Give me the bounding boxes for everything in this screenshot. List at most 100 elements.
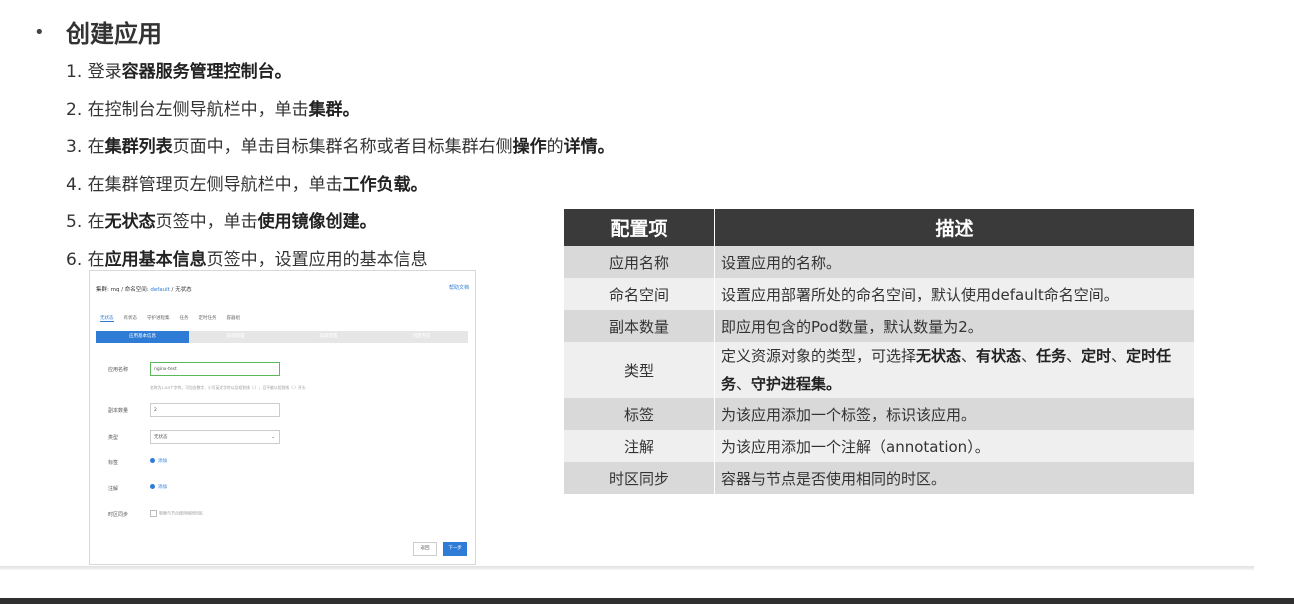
bold-text: 操作 (513, 137, 547, 157)
mock-timezone-label: 容器与节点使用相同时区 (159, 511, 203, 516)
slide: • 创建应用 1. 登录容器服务管理控制台。 2. 在控制台左侧导航栏中，单击集… (0, 0, 1254, 566)
bold-text: 应用基本信息 (105, 250, 207, 270)
mock-tab[interactable]: 容器组 (227, 315, 241, 322)
table-row: 注解 为该应用添加一个注解（annotation）。 (564, 430, 1194, 462)
mock-tab[interactable]: 有状态 (124, 315, 138, 322)
mock-next-button[interactable]: 下一步 (443, 542, 467, 556)
checkbox-icon (150, 510, 157, 517)
mock-label-type: 类型 (108, 434, 118, 441)
table-row: 副本数量 即应用包含的Pod数量，默认数量为2。 (564, 310, 1194, 342)
text-span: 为该应用添加一个标签，标识该应用。 (721, 406, 976, 424)
table-row: 命名空间 设置应用部署所处的命名空间，默认使用default命名空间。 (564, 278, 1194, 310)
bold-text: 集群。 (309, 100, 360, 120)
bold-text: 无状态 (916, 347, 961, 365)
table-header-desc: 描述 (715, 209, 1195, 246)
text-span: 页签中，设置应用的基本信息 (207, 250, 428, 270)
mock-back-button[interactable]: 返回 (413, 542, 437, 556)
text-span: 设置应用部署所处的命名空间，默认使用default命名空间。 (721, 286, 1119, 304)
table-cell-key: 副本数量 (564, 310, 715, 342)
mock-tab[interactable]: 任务 (180, 315, 189, 322)
table-cell-key: 类型 (564, 342, 715, 398)
mock-timezone-checkbox[interactable]: 容器与节点使用相同时区 (150, 510, 203, 517)
text-span: 、 (736, 375, 751, 393)
mock-namespace-link[interactable]: default (150, 287, 169, 293)
chevron-down-icon: ⌄ (271, 431, 275, 445)
bold-text: 详情。 (564, 137, 615, 157)
text-span: 容器与节点是否使用相同的时区。 (721, 470, 946, 488)
table-cell-key: 注解 (564, 430, 715, 462)
bold-text: 集群列表 (105, 137, 173, 157)
step-number: 5. (66, 212, 88, 232)
bullet-point: • (34, 22, 45, 43)
text-span: 页面中，单击目标集群名称或者目标集群右侧 (173, 137, 513, 157)
mock-name-hint: 名称为1-63个字符，可包含数字、小写英文字符以及短划线（-），且不能以短划线（… (150, 385, 306, 391)
mock-breadcrumb-prefix: 集群: mq / 命名空间: (96, 287, 149, 293)
text-span: 在控制台左侧导航栏中，单击 (88, 100, 309, 120)
text-span: 在集群管理页左侧导航栏中，单击 (88, 175, 343, 195)
table-row: 时区同步 容器与节点是否使用相同的时区。 (564, 462, 1194, 494)
text-span: 、 (961, 347, 976, 365)
mock-type-select[interactable]: 无状态 ⌄ (150, 430, 280, 444)
table-cell-desc: 为该应用添加一个注解（annotation）。 (715, 430, 1195, 462)
table-header-key: 配置项 (564, 209, 715, 246)
bold-text: 使用镜像创建。 (258, 212, 377, 232)
mock-tab[interactable]: 定时任务 (199, 315, 217, 322)
plus-circle-icon (150, 484, 155, 489)
text-span: 的 (547, 137, 564, 157)
mock-step: 容器配置 (189, 331, 282, 343)
bottom-bar (0, 598, 1294, 604)
step-item: 4. 在集群管理页左侧导航栏中，单击工作负载。 (66, 171, 615, 209)
step-number: 4. (66, 175, 88, 195)
text-span: 即应用包含的Pod数量，默认数量为2。 (721, 318, 983, 336)
mock-add-annotation-label: 添加 (158, 485, 167, 490)
text-span: 设置应用的名称。 (721, 254, 841, 272)
table-cell-key: 应用名称 (564, 246, 715, 278)
mock-label-replicas: 副本数量 (108, 407, 128, 414)
step-item: 2. 在控制台左侧导航栏中，单击集群。 (66, 96, 615, 134)
config-table: 配置项 描述 应用名称 设置应用的名称。 命名空间 设置应用部署所处的命名空间，… (564, 209, 1194, 494)
mock-label-tag: 标签 (108, 459, 118, 466)
mock-add-tag[interactable]: 添加 (150, 458, 167, 464)
table-cell-desc: 设置应用部署所处的命名空间，默认使用default命名空间。 (715, 278, 1195, 310)
bold-text: 守护进程集。 (751, 375, 841, 393)
page-title: 创建应用 (66, 14, 162, 49)
table-row: 标签 为该应用添加一个标签，标识该应用。 (564, 398, 1194, 430)
table-row: 应用名称 设置应用的名称。 (564, 246, 1194, 278)
text-span: 页签中，单击 (156, 212, 258, 232)
step-number: 2. (66, 100, 88, 120)
text-span: 在 (88, 250, 105, 270)
text-span: 、 (1111, 347, 1126, 365)
table-cell-desc: 为该应用添加一个标签，标识该应用。 (715, 398, 1195, 430)
bold-text: 定时 (1081, 347, 1111, 365)
mock-add-tag-label: 添加 (158, 459, 167, 464)
mock-replicas-input[interactable]: 2 (150, 403, 280, 417)
mock-help-link[interactable]: 帮助文档 (449, 284, 469, 291)
mock-step: 应用基本信息 (96, 331, 189, 343)
step-number: 1. (66, 62, 88, 82)
mock-tab[interactable]: 守护进程集 (147, 315, 170, 322)
table-cell-desc: 容器与节点是否使用相同的时区。 (715, 462, 1195, 494)
mock-tab[interactable]: 无状态 (100, 315, 114, 322)
table-cell-desc: 定义资源对象的类型，可选择无状态、有状态、任务、定时、定时任务、守护进程集。 (715, 342, 1195, 398)
bold-text: 有状态 (976, 347, 1021, 365)
text-span: 在 (88, 212, 105, 232)
mock-step: 创建完成 (375, 331, 468, 343)
mock-add-annotation[interactable]: 添加 (150, 484, 167, 490)
text-span: 、 (1066, 347, 1081, 365)
table-cell-key: 标签 (564, 398, 715, 430)
mock-name-input[interactable]: nginx-test (150, 362, 280, 376)
step-number: 6. (66, 250, 88, 270)
mock-breadcrumb-suffix: / 无状态 (172, 287, 192, 293)
steps-list: 1. 登录容器服务管理控制台。 2. 在控制台左侧导航栏中，单击集群。 3. 在… (66, 58, 615, 283)
text-span: 在 (88, 137, 105, 157)
step-item: 3. 在集群列表页面中，单击目标集群名称或者目标集群右侧操作的详情。 (66, 133, 615, 171)
plus-circle-icon (150, 458, 155, 463)
mock-breadcrumb: 集群: mq / 命名空间: default / 无状态 (96, 285, 192, 293)
table-cell-key: 命名空间 (564, 278, 715, 310)
step-item: 5. 在无状态页签中，单击使用镜像创建。 (66, 208, 615, 246)
step-number: 3. (66, 137, 88, 157)
mock-type-value: 无状态 (154, 435, 168, 440)
slide-shadow (0, 566, 1254, 570)
mock-label-annotation: 注解 (108, 485, 118, 492)
table-cell-desc: 即应用包含的Pod数量，默认数量为2。 (715, 310, 1195, 342)
